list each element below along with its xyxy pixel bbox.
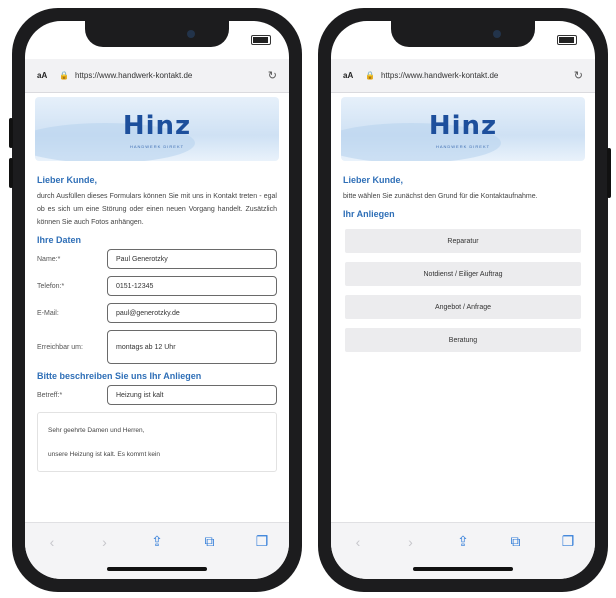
home-indicator[interactable]	[413, 567, 513, 571]
forward-icon[interactable]: ›	[94, 534, 116, 550]
intro-text: durch Ausfüllen dieses Formulars können …	[37, 193, 277, 226]
page-content: Hinz HANDWERK DIREKT Lieber Kunde, bitte…	[331, 93, 595, 523]
option-quote-button[interactable]: Angebot / Anfrage	[345, 295, 581, 319]
section-your-data: Ihre Daten	[37, 235, 82, 245]
bookmarks-icon[interactable]: ⧉	[199, 533, 221, 550]
forward-icon[interactable]: ›	[400, 534, 422, 550]
share-icon[interactable]: ⇪	[146, 533, 168, 550]
field-row-phone: Telefon:* 0151-12345	[37, 276, 277, 296]
header-logo-banner: Hinz HANDWERK DIREKT	[35, 97, 279, 161]
option-emergency-button[interactable]: Notdienst / Eiliger Auftrag	[345, 262, 581, 286]
message-textarea[interactable]: Sehr geehrte Damen und Herren, unsere He…	[37, 412, 277, 472]
browser-toolbar: ‹ › ⇪ ⧉ ❐	[25, 522, 289, 579]
camera-icon	[187, 30, 195, 38]
section-describe: Bitte beschreiben Sie uns Ihr Anliegen	[37, 371, 202, 381]
reload-icon[interactable]: ↻	[574, 69, 583, 82]
reachable-label: Erreichbar um:	[37, 343, 83, 351]
field-row-name: Name:* Paul Generotzky	[37, 249, 277, 269]
subject-input[interactable]: Heizung ist kalt	[107, 385, 277, 405]
phone-left: aA 🔒 https://www.handwerk-kontakt.de ↻ H…	[9, 8, 302, 592]
tabs-icon[interactable]: ❐	[251, 533, 273, 550]
bookmarks-icon[interactable]: ⧉	[505, 533, 527, 550]
reader-aa-button[interactable]: aA	[343, 71, 365, 80]
notch	[391, 21, 535, 47]
lock-icon: 🔒	[365, 71, 375, 80]
url-text[interactable]: https://www.handwerk-kontakt.de	[75, 71, 268, 80]
field-row-reachable: Erreichbar um: montags ab 12 Uhr	[37, 330, 277, 364]
phone-input[interactable]: 0151-12345	[107, 276, 277, 296]
url-text[interactable]: https://www.handwerk-kontakt.de	[381, 71, 574, 80]
address-bar[interactable]: aA 🔒 https://www.handwerk-kontakt.de ↻	[331, 59, 595, 93]
back-icon[interactable]: ‹	[347, 534, 369, 550]
subject-label: Betreff:*	[37, 391, 63, 399]
logo-tagline: HANDWERK DIREKT	[435, 144, 491, 149]
camera-icon	[493, 30, 501, 38]
notch	[85, 21, 229, 47]
screen-left: aA 🔒 https://www.handwerk-kontakt.de ↻ H…	[25, 21, 289, 579]
volume-down-button	[9, 158, 13, 188]
message-line: Sehr geehrte Damen und Herren,	[48, 427, 145, 434]
page-content: Hinz HANDWERK DIREKT Lieber Kunde, durch…	[25, 93, 289, 523]
reachable-input[interactable]: montags ab 12 Uhr	[107, 330, 277, 364]
battery-icon	[557, 35, 577, 45]
volume-up-button	[9, 118, 13, 148]
email-label: E-Mail:	[37, 309, 59, 317]
option-repair-button[interactable]: Reparatur	[345, 229, 581, 253]
logo: Hinz	[122, 111, 192, 141]
intro-text: bitte wählen Sie zunächst den Grund für …	[343, 193, 538, 200]
header-logo-banner: Hinz HANDWERK DIREKT	[341, 97, 585, 161]
option-consulting-button[interactable]: Beratung	[345, 328, 581, 352]
greeting: Lieber Kunde,	[37, 175, 98, 185]
battery-icon	[251, 35, 271, 45]
reader-aa-button[interactable]: aA	[37, 71, 59, 80]
lock-icon: 🔒	[59, 71, 69, 80]
address-bar[interactable]: aA 🔒 https://www.handwerk-kontakt.de ↻	[25, 59, 289, 93]
side-button	[607, 148, 611, 198]
browser-toolbar: ‹ › ⇪ ⧉ ❐	[331, 522, 595, 579]
screen-right: aA 🔒 https://www.handwerk-kontakt.de ↻ H…	[331, 21, 595, 579]
message-line: unsere Heizung ist kalt. Es kommt kein	[48, 451, 160, 458]
phone-right: aA 🔒 https://www.handwerk-kontakt.de ↻ H…	[318, 8, 611, 592]
section-concern: Ihr Anliegen	[343, 209, 395, 219]
name-label: Name:*	[37, 255, 61, 263]
share-icon[interactable]: ⇪	[452, 533, 474, 550]
email-input[interactable]: paul@generotzky.de	[107, 303, 277, 323]
reload-icon[interactable]: ↻	[268, 69, 277, 82]
phone-label: Telefon:*	[37, 282, 65, 290]
logo: Hinz	[428, 111, 498, 141]
name-input[interactable]: Paul Generotzky	[107, 249, 277, 269]
field-row-email: E-Mail: paul@generotzky.de	[37, 303, 277, 323]
tabs-icon[interactable]: ❐	[557, 533, 579, 550]
back-icon[interactable]: ‹	[41, 534, 63, 550]
home-indicator[interactable]	[107, 567, 207, 571]
greeting: Lieber Kunde,	[343, 175, 404, 185]
logo-tagline: HANDWERK DIREKT	[129, 144, 185, 149]
field-row-subject: Betreff:* Heizung ist kalt	[37, 385, 277, 405]
